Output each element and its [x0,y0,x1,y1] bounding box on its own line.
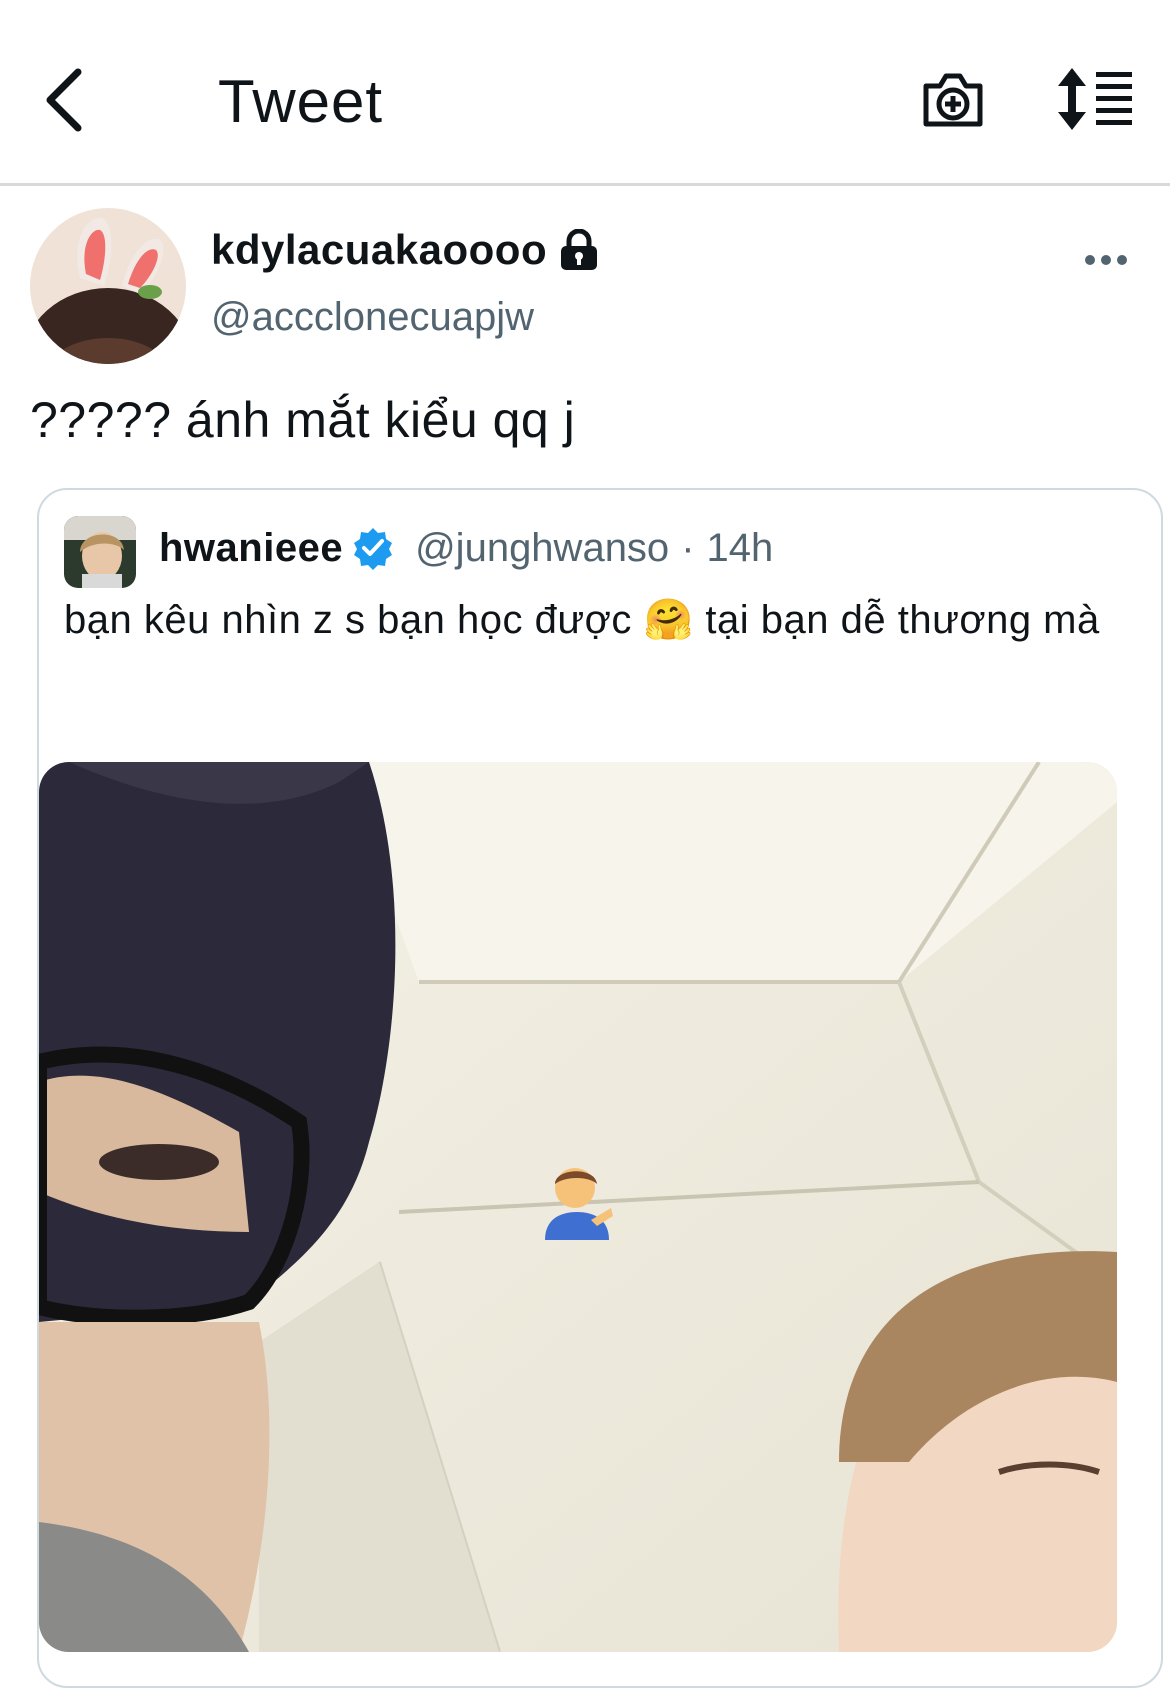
sort-button[interactable] [1058,68,1134,132]
quoted-timestamp[interactable]: 14h [707,526,774,571]
quoted-handle[interactable]: @junghwanso [415,526,669,571]
tweet-text: ????? ánh mắt kiểu qq j [30,392,576,448]
quoted-display-name[interactable]: hwanieee [159,526,343,571]
quoted-header: hwanieee @junghwanso · 14h [159,520,773,576]
camera-plus-icon [923,73,983,127]
person-tipping-hand-icon [545,1168,613,1240]
quoted-avatar-image [64,516,136,588]
user-handle[interactable]: @accclonecuapjw [211,292,534,342]
quoted-media-photo[interactable] [39,762,1117,1652]
quoted-text: bạn kêu nhìn z s bạn học được 🤗 tại bạn … [64,598,1100,642]
verified-badge-icon [354,528,393,570]
more-dots-icon [1085,255,1127,265]
top-bar: Tweet [0,0,1170,186]
more-options-button[interactable] [1082,240,1130,280]
lock-icon [561,229,598,270]
quoted-avatar[interactable] [64,516,136,588]
quoted-tweet-card[interactable]: hwanieee @junghwanso · 14h bạn kêu nhìn … [37,488,1163,1688]
separator-dot: · [681,525,695,570]
camera-button[interactable] [920,66,986,132]
display-name-text: kdylacuakaoooo [211,226,548,273]
sort-list-icon [1058,68,1132,130]
display-name[interactable]: kdylacuakaoooo [211,224,599,276]
chevron-left-icon [46,68,82,132]
back-button[interactable] [38,64,98,136]
avatar[interactable] [30,208,186,364]
page-title: Tweet [218,68,384,135]
avatar-image [30,208,186,364]
